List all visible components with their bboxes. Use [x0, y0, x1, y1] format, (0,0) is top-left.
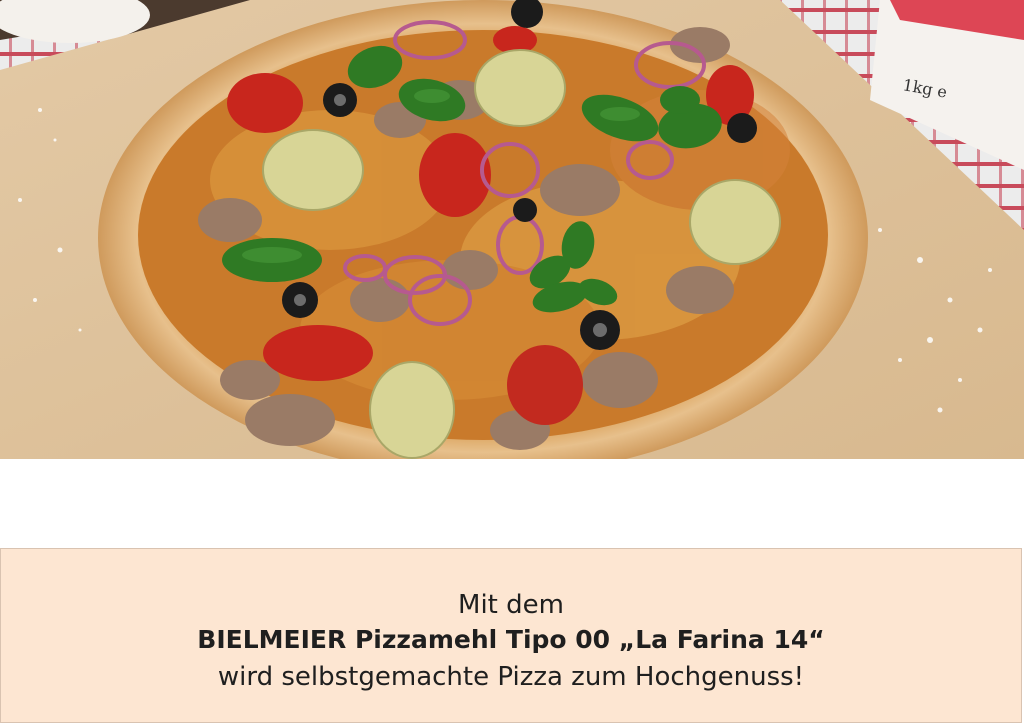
page: 1kg e Mit dem BIELMEIER Pizzamehl Tipo 0…	[0, 0, 1024, 726]
hero-image: 1kg e	[0, 0, 1024, 459]
caption-line-intro: Mit dem	[458, 590, 564, 620]
caption-line-claim: wird selbstgemachte Pizza zum Hochgenuss…	[217, 662, 805, 692]
caption-box: Mit dem BIELMEIER Pizzamehl Tipo 00 „La …	[0, 548, 1022, 723]
caption-line-product: BIELMEIER Pizzamehl Tipo 00 „La Farina 1…	[197, 625, 825, 654]
spacer	[0, 459, 1024, 548]
